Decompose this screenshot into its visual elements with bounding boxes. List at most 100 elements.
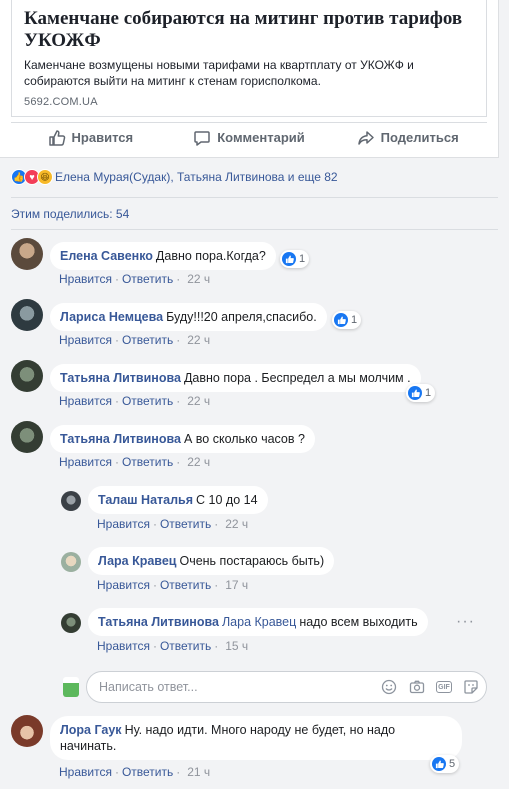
comment-reply-link[interactable]: Ответить: [122, 272, 173, 286]
reactions-text[interactable]: Елена Мурая(Судак), Татьяна Литвинова и …: [55, 170, 338, 184]
reply-author[interactable]: Талаш Наталья: [98, 493, 193, 507]
reply-reply-link[interactable]: Ответить: [160, 517, 211, 531]
reply-meta: Нравится · Ответить · 15 ч: [97, 639, 249, 653]
camera-icon[interactable]: [408, 678, 426, 696]
haha-reaction-icon: 😆: [37, 169, 53, 185]
reply-text: Очень постараюсь быть): [179, 554, 325, 568]
comment-bubble: Елена Савенко Давно пора.Когда?: [50, 242, 276, 270]
comment-bubble: Татьяна Литвинова А во сколько часов ?: [50, 425, 315, 453]
comment-author[interactable]: Татьяна Литвинова: [60, 371, 181, 385]
avatar[interactable]: [61, 491, 81, 511]
comment-time[interactable]: 22 ч: [187, 455, 210, 469]
comment-text-line2: начинать.: [60, 739, 117, 753]
share-label: Поделиться: [380, 130, 459, 145]
comment-meta: Нравится · Ответить · 22 ч: [59, 455, 211, 469]
comment-like-link[interactable]: Нравится: [59, 455, 112, 469]
like-icon: [432, 757, 446, 771]
link-description: Каменчане возмущены новыми тарифами на к…: [24, 58, 414, 88]
comment-text: А во сколько часов ?: [183, 432, 305, 446]
comment-text-line1: Ну. надо идти. Много народу не будет, но…: [124, 723, 396, 737]
comment-like-link[interactable]: Нравится: [59, 333, 112, 347]
comment-like-link[interactable]: Нравится: [59, 394, 112, 408]
post-actions-bar: Нравится Комментарий Поделиться: [11, 122, 487, 152]
comment-meta: Нравится · Ответить · 22 ч: [59, 272, 211, 286]
thumbs-up-icon: [48, 129, 65, 146]
comment-bubble: Лора Гаук Ну. надо идти. Много народу не …: [50, 716, 462, 760]
share-button[interactable]: Поделиться: [328, 123, 487, 152]
comment-reply-link[interactable]: Ответить: [122, 765, 173, 779]
comment-reply-link[interactable]: Ответить: [122, 394, 173, 408]
comment-author[interactable]: Лариса Немцева: [60, 310, 163, 324]
comment-bubble: Лариса Немцева Буду!!!20 апреля,спасибо.: [50, 303, 327, 331]
comment-bubble: Татьяна Литвинова Давно пора . Беспредел …: [50, 364, 421, 392]
shares-link[interactable]: Этим поделились: 54: [11, 207, 129, 221]
comment-time[interactable]: 22 ч: [187, 394, 210, 408]
comment-like-link[interactable]: Нравится: [59, 765, 112, 779]
divider: [11, 197, 498, 198]
avatar[interactable]: [11, 715, 43, 747]
sticker-icon[interactable]: [462, 678, 480, 696]
reply-mention[interactable]: Лара Кравец: [222, 615, 296, 629]
avatar[interactable]: [61, 552, 81, 572]
like-button[interactable]: Нравится: [11, 123, 170, 152]
reply-reply-link[interactable]: Ответить: [160, 639, 211, 653]
reply-text: С 10 до 14: [196, 493, 258, 507]
comment-time[interactable]: 22 ч: [187, 272, 210, 286]
comment-likes-badge[interactable]: 5: [430, 755, 460, 773]
reply-tools: GIF: [370, 678, 480, 696]
likes-count: 1: [351, 314, 358, 326]
reply-like-link[interactable]: Нравится: [97, 517, 150, 531]
link-domain: 5692.COM.UA: [24, 96, 98, 108]
comment-time[interactable]: 21 ч: [187, 765, 210, 779]
comment-likes-badge[interactable]: 1: [332, 311, 362, 329]
reply-time[interactable]: 17 ч: [225, 578, 248, 592]
reply-like-link[interactable]: Нравится: [97, 639, 150, 653]
reaction-icons: 👍 ♥ 😆: [11, 169, 53, 185]
comment-text: Буду!!!20 апреля,спасибо.: [166, 310, 317, 324]
avatar[interactable]: [11, 360, 43, 392]
reply-text: надо всем выходить: [299, 615, 418, 629]
reply-bubble: Лара Кравец Очень постараюсь быть): [88, 547, 335, 575]
comment-meta: Нравится · Ответить · 21 ч: [59, 765, 211, 779]
reply-meta: Нравится · Ответить · 17 ч: [97, 578, 249, 592]
emoji-icon[interactable]: [380, 678, 398, 696]
comment-author[interactable]: Татьяна Литвинова: [60, 432, 181, 446]
link-title[interactable]: Каменчане собираются на митинг против та…: [24, 8, 476, 52]
like-icon: [282, 252, 296, 266]
reply-time[interactable]: 15 ч: [225, 639, 248, 653]
comment-likes-badge[interactable]: 1: [406, 384, 436, 402]
reply-reply-link[interactable]: Ответить: [160, 578, 211, 592]
reply-time[interactable]: 22 ч: [225, 517, 248, 531]
comment-author[interactable]: Елена Савенко: [60, 249, 153, 263]
reactions-summary[interactable]: 👍 ♥ 😆 Елена Мурая(Судак), Татьяна Литвин…: [11, 167, 338, 187]
reply-meta: Нравится · Ответить · 22 ч: [97, 517, 249, 531]
comment-likes-badge[interactable]: 1: [280, 250, 310, 268]
likes-count: 1: [299, 253, 306, 265]
comment-like-link[interactable]: Нравится: [59, 272, 112, 286]
post-card: Каменчане собираются на митинг против та…: [0, 0, 499, 158]
comment-label: Комментарий: [217, 130, 305, 145]
comment-reply-link[interactable]: Ответить: [122, 333, 173, 347]
link-preview[interactable]: Каменчане собираются на митинг против та…: [11, 0, 487, 117]
avatar[interactable]: [61, 613, 81, 633]
reply-input[interactable]: Написать ответ... GIF: [86, 671, 487, 703]
reply-placeholder: Написать ответ...: [99, 680, 198, 694]
more-options-icon[interactable]: ···: [456, 613, 475, 631]
avatar[interactable]: [11, 238, 43, 270]
comment-icon: [194, 130, 210, 146]
avatar[interactable]: [11, 421, 43, 453]
reply-author[interactable]: Лара Кравец: [98, 554, 176, 568]
comment-button[interactable]: Комментарий: [170, 123, 329, 152]
avatar[interactable]: [11, 299, 43, 331]
reply-author[interactable]: Татьяна Литвинова: [98, 615, 219, 629]
comment-time[interactable]: 22 ч: [187, 333, 210, 347]
gif-icon[interactable]: GIF: [436, 681, 452, 693]
comment-author[interactable]: Лора Гаук: [60, 723, 122, 737]
like-label: Нравится: [71, 130, 134, 145]
comment-meta: Нравится · Ответить · 22 ч: [59, 333, 211, 347]
comment-reply-link[interactable]: Ответить: [122, 455, 173, 469]
reply-like-link[interactable]: Нравится: [97, 578, 150, 592]
likes-count: 1: [425, 387, 432, 399]
reply-bubble: Татьяна Литвинова Лара Кравец надо всем вы…: [88, 608, 428, 636]
comment-text: Давно пора . Беспредел а мы молчим .: [183, 371, 411, 385]
